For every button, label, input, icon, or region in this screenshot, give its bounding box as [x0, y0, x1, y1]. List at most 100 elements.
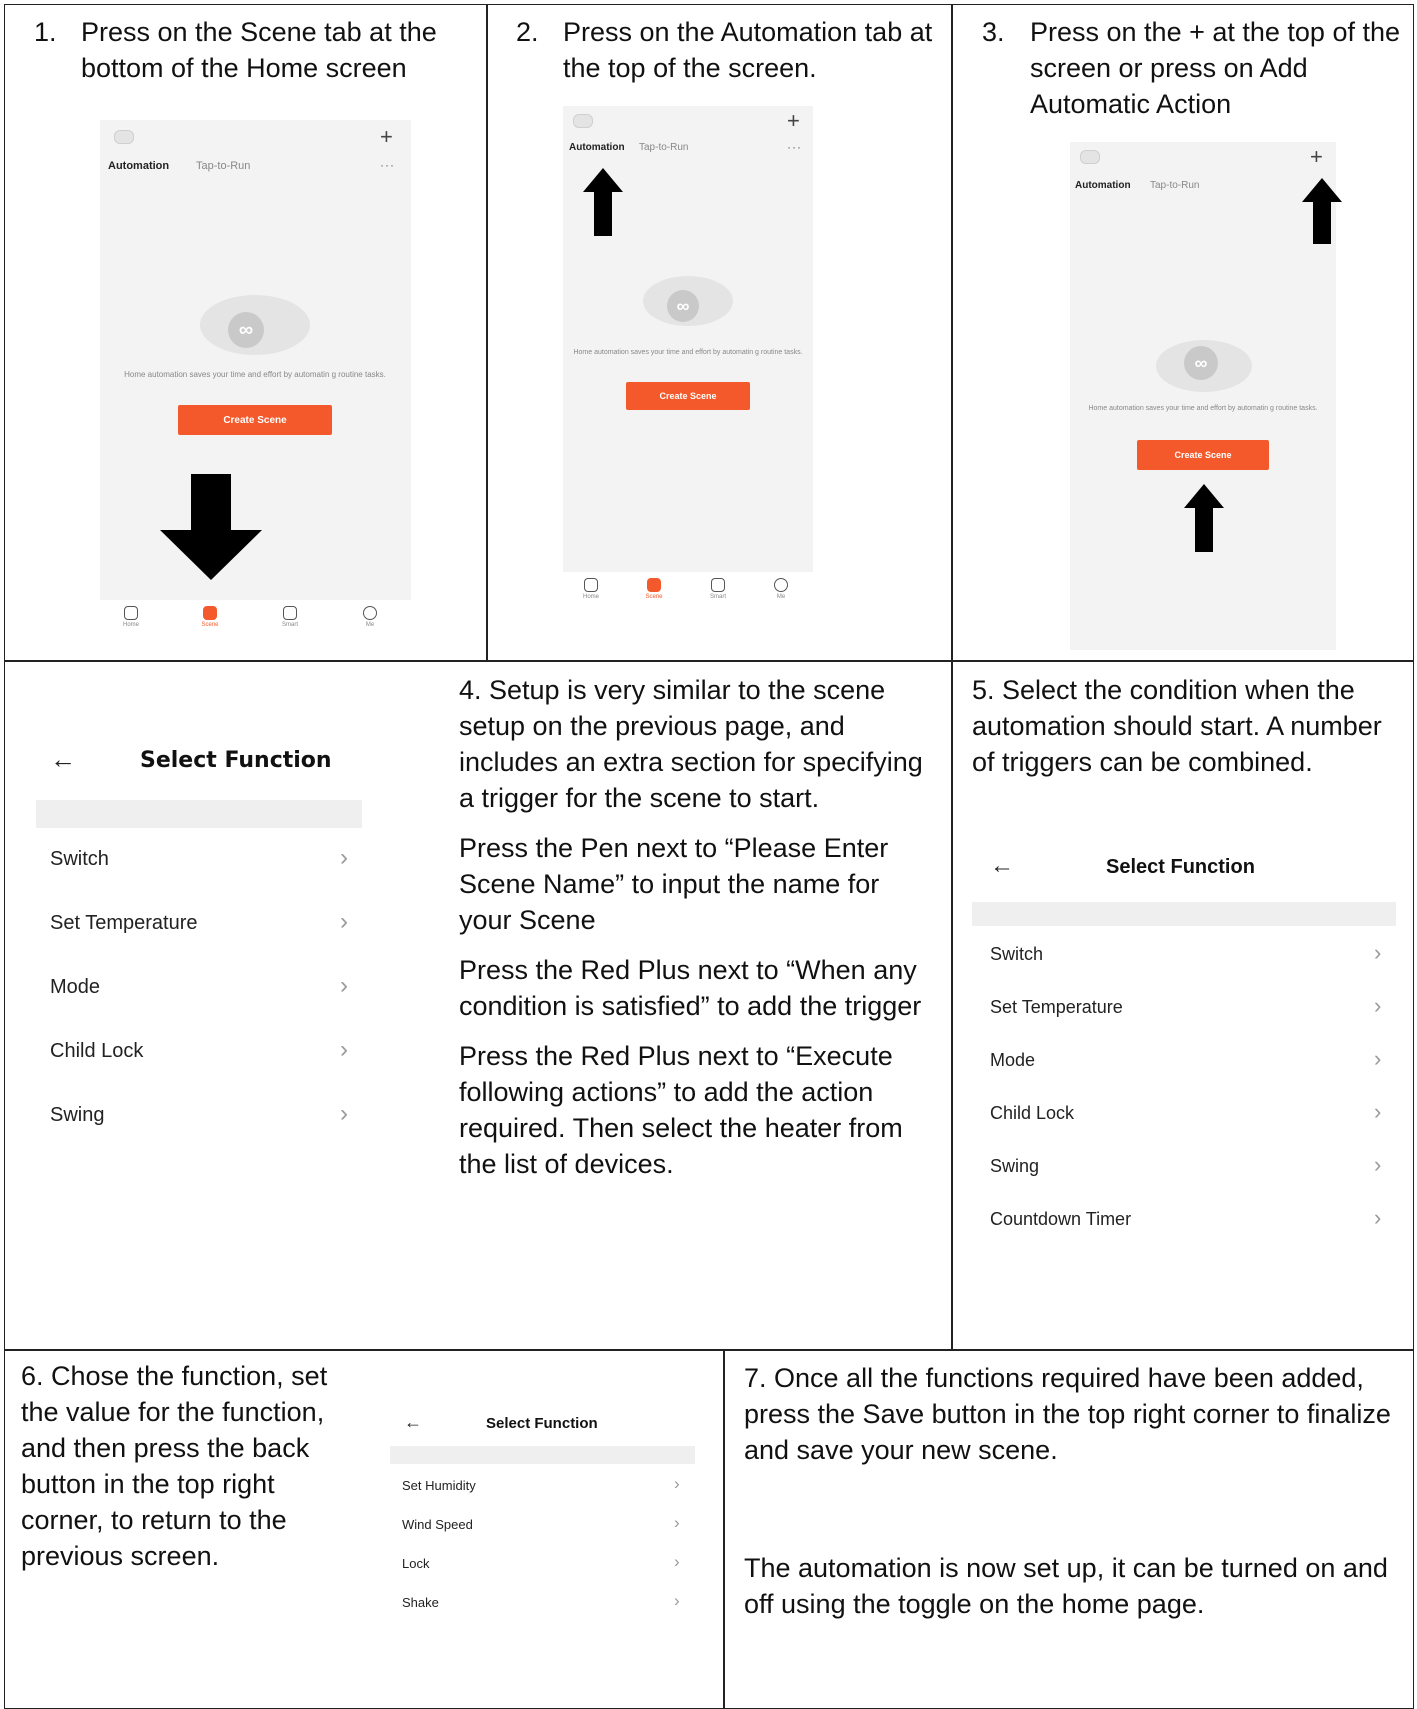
nav-home-label: Home — [122, 622, 139, 628]
tab-automation[interactable]: Automation — [569, 142, 625, 153]
camera-icon — [114, 130, 134, 144]
list-item[interactable]: Child Lock — [990, 1103, 1074, 1124]
step-4-text: 4. Setup is very similar to the scene se… — [459, 672, 935, 1182]
arrow-up-icon — [1302, 178, 1342, 244]
chevron-right-icon: › — [1374, 1152, 1382, 1177]
empty-state-message: Home automation saves your time and effo… — [124, 370, 386, 379]
list-item[interactable]: Mode — [50, 976, 100, 999]
add-plus-icon[interactable]: + — [1310, 146, 1323, 168]
arrow-down-icon — [160, 474, 262, 580]
step-7-paragraph-1: 7. Once all the functions required have … — [744, 1363, 1391, 1465]
nav-smart[interactable]: Smart — [704, 578, 732, 600]
step-4-paragraph-2: Press the Pen next to “Please Enter Scen… — [459, 833, 889, 935]
list-item[interactable]: Mode — [990, 1050, 1035, 1071]
nav-smart-label: Smart — [709, 594, 726, 600]
select-function-screen-c: ← Select Function Set Humidity › Wind Sp… — [390, 1398, 695, 1618]
more-icon[interactable]: ··· — [787, 140, 802, 154]
bottom-nav: Home Scene Smart Me — [563, 572, 813, 610]
section-divider — [36, 800, 362, 828]
nav-me-label: Me — [365, 622, 375, 628]
nav-scene-label: Scene — [201, 622, 219, 628]
nav-home[interactable]: Home — [577, 578, 605, 600]
list-item[interactable]: Shake — [402, 1595, 439, 1610]
section-divider — [390, 1446, 695, 1464]
screen-title: Select Function — [486, 1415, 598, 1432]
scene-icon — [647, 578, 661, 592]
step-1-text: Press on the Scene tab at the bottom of … — [81, 17, 437, 83]
list-item[interactable]: Swing — [990, 1156, 1039, 1177]
me-icon — [363, 606, 377, 620]
tab-automation[interactable]: Automation — [108, 160, 169, 172]
nav-scene[interactable]: Scene — [195, 606, 225, 628]
camera-icon — [1080, 150, 1100, 164]
create-scene-button[interactable]: Create Scene — [626, 382, 750, 410]
step-6-text: 6. Chose the function, set the value for… — [21, 1361, 328, 1571]
me-icon — [774, 578, 788, 592]
select-function-screen-a: ← Select Function Switch › Set Temperatu… — [36, 720, 362, 1140]
smart-icon — [711, 578, 725, 592]
chevron-right-icon: › — [1374, 1099, 1382, 1124]
back-arrow-icon[interactable]: ← — [990, 852, 1014, 880]
home-icon — [124, 606, 138, 620]
nav-me[interactable]: Me — [355, 606, 385, 628]
chevron-right-icon: › — [674, 1474, 680, 1493]
step-3-number: 3. — [982, 17, 1005, 47]
more-icon[interactable]: ··· — [380, 158, 395, 172]
screen-title: Select Function — [1106, 856, 1255, 878]
chevron-right-icon: › — [674, 1591, 680, 1610]
tab-automation[interactable]: Automation — [1075, 180, 1131, 191]
section-divider — [972, 902, 1396, 926]
smart-icon — [283, 606, 297, 620]
create-scene-button[interactable]: Create Scene — [1137, 440, 1269, 470]
nav-smart[interactable]: Smart — [275, 606, 305, 628]
chevron-right-icon: › — [340, 1100, 348, 1127]
arrow-up-icon — [1184, 484, 1224, 552]
step-1-number: 1. — [34, 17, 57, 47]
chevron-right-icon: › — [674, 1552, 680, 1571]
list-item[interactable]: Lock — [402, 1556, 429, 1571]
back-arrow-icon[interactable]: ← — [404, 1412, 422, 1433]
list-item[interactable]: Set Humidity — [402, 1478, 476, 1493]
scene-logo-icon: ∞ — [1184, 346, 1218, 380]
nav-me[interactable]: Me — [767, 578, 795, 600]
nav-home-label: Home — [582, 594, 599, 600]
camera-icon — [573, 114, 593, 128]
chevron-right-icon: › — [340, 972, 348, 999]
step-5-text: 5. Select the condition when the automat… — [972, 675, 1382, 777]
create-scene-button[interactable]: Create Scene — [178, 405, 332, 435]
chevron-right-icon: › — [1374, 1205, 1382, 1230]
list-item[interactable]: Wind Speed — [402, 1517, 473, 1532]
list-item[interactable]: Set Temperature — [50, 912, 198, 935]
add-plus-icon[interactable]: + — [787, 110, 800, 132]
list-item[interactable]: Set Temperature — [990, 997, 1123, 1018]
add-plus-icon[interactable]: + — [380, 126, 393, 148]
list-item[interactable]: Swing — [50, 1104, 104, 1127]
list-item[interactable]: Switch — [990, 944, 1043, 965]
tab-tap-to-run[interactable]: Tap-to-Run — [196, 160, 250, 172]
select-function-screen-b: ← Select Function Switch › Set Temperatu… — [972, 840, 1396, 1240]
arrow-up-icon — [583, 168, 623, 236]
tab-tap-to-run[interactable]: Tap-to-Run — [639, 142, 688, 153]
step-2-text: Press on the Automation tab at the top o… — [563, 17, 933, 83]
step-4-paragraph-4: Press the Red Plus next to “Execute foll… — [459, 1041, 903, 1179]
scene-logo-icon: ∞ — [667, 290, 699, 322]
chevron-right-icon: › — [1374, 1046, 1382, 1071]
nav-scene[interactable]: Scene — [640, 578, 668, 600]
list-item[interactable]: Countdown Timer — [990, 1209, 1131, 1230]
screen-title: Select Function — [140, 748, 332, 773]
list-item[interactable]: Switch — [50, 848, 109, 871]
phone-screenshot-3: + Automation Tap-to-Run ∞ Home automatio… — [1070, 142, 1336, 650]
chevron-right-icon: › — [674, 1513, 680, 1532]
chevron-right-icon: › — [340, 844, 348, 871]
nav-home[interactable]: Home — [116, 606, 146, 628]
bottom-nav: Home Scene Smart Me — [100, 600, 411, 640]
chevron-right-icon: › — [1374, 993, 1382, 1018]
list-item[interactable]: Child Lock — [50, 1040, 143, 1063]
empty-state-message: Home automation saves your time and effo… — [1088, 405, 1318, 412]
chevron-right-icon: › — [340, 908, 348, 935]
step-3-text: Press on the + at the top of the screen … — [1030, 17, 1400, 119]
tab-tap-to-run[interactable]: Tap-to-Run — [1150, 180, 1199, 191]
step-2-number: 2. — [516, 17, 539, 47]
nav-scene-label: Scene — [645, 594, 663, 600]
back-arrow-icon[interactable]: ← — [50, 744, 76, 775]
